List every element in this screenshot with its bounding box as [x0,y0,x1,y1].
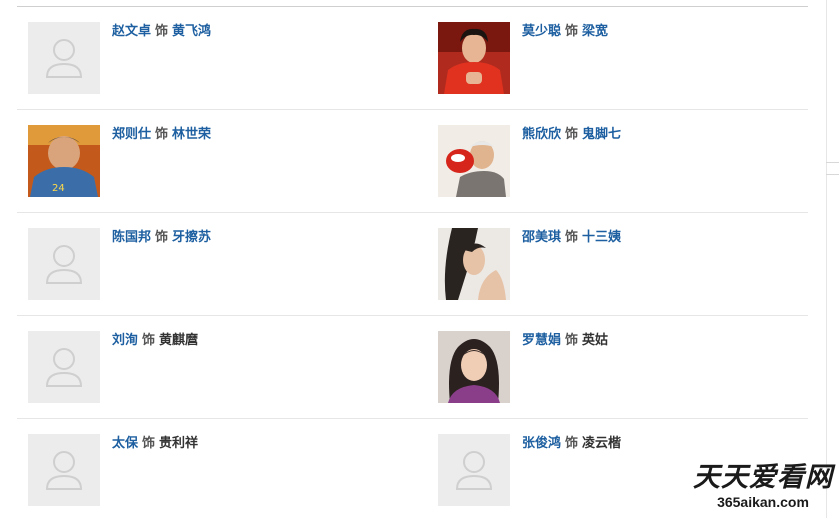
actor-name[interactable]: 郑则仕 [112,127,151,142]
role-name[interactable]: 鬼脚七 [582,127,621,142]
as-label: 饰 [155,24,169,39]
actor-name[interactable]: 张俊鸿 [522,436,561,451]
avatar-placeholder-icon[interactable] [28,228,100,300]
actor-name[interactable]: 陈国邦 [112,230,151,245]
watermark-domain: 365aikan.com [717,494,809,510]
as-label: 饰 [565,333,579,348]
watermark-title: 天天爱看网 [693,462,833,493]
right-divider-tick [826,162,839,163]
actor-photo[interactable] [438,125,510,197]
as-label: 饰 [155,230,169,245]
avatar-placeholder-icon[interactable] [438,434,510,506]
actor-name[interactable]: 莫少聪 [522,24,561,39]
actor-photo[interactable] [438,331,510,403]
cast-list: 赵文卓饰黄飞鸿 莫少聪饰梁宽 24 郑则仕 饰 林世荣 熊欣欣 饰 鬼脚七 陈国… [17,7,808,521]
cast-row: 赵文卓饰黄飞鸿 莫少聪饰梁宽 [17,7,808,110]
actor-name[interactable]: 罗慧娟 [522,333,561,348]
role-name: 黄麒麿 [159,333,199,348]
actor-photo[interactable] [438,228,510,300]
role-name: 凌云楷 [582,436,622,451]
as-label: 饰 [142,436,156,451]
as-label: 饰 [565,127,579,142]
role-name: 贵利祥 [159,436,199,451]
role-name[interactable]: 林世荣 [172,127,211,142]
actor-name[interactable]: 刘洵 [112,333,138,348]
cast-row: 陈国邦饰牙擦苏 邵美琪饰十三姨 [17,213,808,316]
as-label: 饰 [155,127,169,142]
avatar-placeholder-icon[interactable] [28,331,100,403]
role-name[interactable]: 黄飞鸿 [172,24,211,39]
as-label: 饰 [565,230,579,245]
actor-photo[interactable] [438,22,510,94]
actor-name[interactable]: 熊欣欣 [522,127,561,142]
as-label: 饰 [565,436,579,451]
role-name[interactable]: 十三姨 [582,230,621,245]
actor-name[interactable]: 太保 [112,436,138,451]
role-name: 英姑 [582,333,609,348]
as-label: 饰 [142,333,156,348]
svg-text:24: 24 [52,183,65,194]
actor-photo[interactable]: 24 [28,125,100,197]
right-divider [826,0,827,518]
cast-row: 24 郑则仕饰林世荣 熊欣欣饰鬼脚七 [17,110,808,213]
site-watermark: 天天爱看网 365aikan.com [688,462,838,510]
avatar-placeholder-icon[interactable] [28,22,100,94]
right-divider-tick [826,174,839,175]
cast-row: 刘洵饰黄麒麿 罗慧娟饰英姑 [17,316,808,419]
role-name[interactable]: 牙擦苏 [172,230,211,245]
avatar-placeholder-icon[interactable] [28,434,100,506]
actor-name[interactable]: 赵文卓 [112,24,151,39]
role-name[interactable]: 梁宽 [582,24,608,39]
actor-name[interactable]: 邵美琪 [522,230,561,245]
as-label: 饰 [565,24,579,39]
